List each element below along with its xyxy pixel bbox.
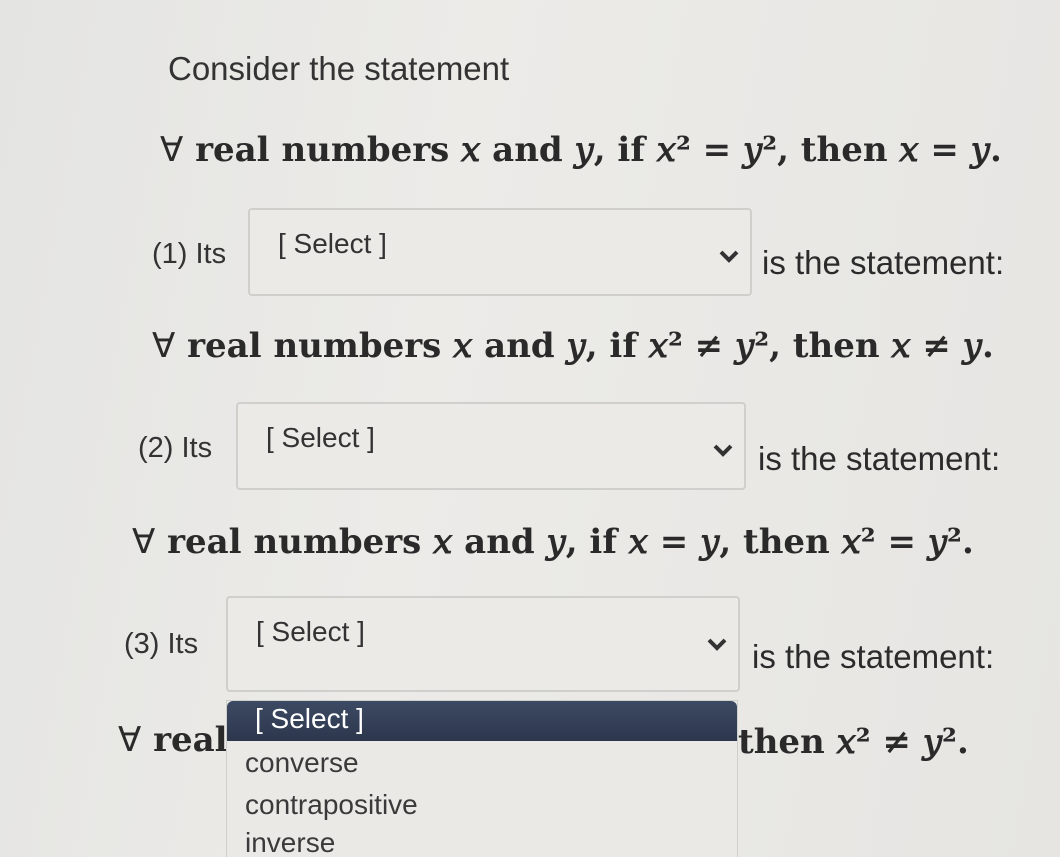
chevron-down-icon (707, 638, 727, 651)
forall-symbol: ∀ (160, 130, 184, 170)
question-2-statement: ∀ real numbers 𝑥 and 𝑦, if 𝑥 = 𝑦, then 𝑥… (132, 522, 974, 562)
question-1-select[interactable]: [ Select ] (248, 208, 752, 296)
forall-symbol: ∀ (132, 522, 156, 562)
question-1-label: (1) Its (152, 238, 227, 270)
question-1-select-value: [ Select ] (278, 228, 387, 259)
question-3-select[interactable]: [ Select ] (226, 596, 740, 692)
question-1-statement: ∀ real numbers 𝑥 and 𝑦, if 𝑥² ≠ 𝑦², then… (152, 326, 994, 366)
question-2-select-value: [ Select ] (266, 422, 375, 453)
question-3-statement-start: ∀ real (118, 720, 228, 760)
dropdown-option-contrapositive[interactable]: contrapositive (245, 789, 418, 821)
question-3-after: is the statement: (752, 638, 995, 675)
dropdown-option-inverse[interactable]: inverse (245, 827, 335, 857)
question-2-label: (2) Its (138, 432, 213, 464)
question-1-statement-text: real numbers 𝑥 and 𝑦, if 𝑥² ≠ 𝑦², then 𝑥… (187, 326, 994, 366)
forall-symbol: ∀ (118, 720, 142, 760)
question-2-after: is the statement: (758, 440, 1001, 477)
dropdown-option-select[interactable]: [ Select ] (227, 701, 737, 741)
question-2-statement-text: real numbers 𝑥 and 𝑦, if 𝑥 = 𝑦, then 𝑥² … (167, 522, 974, 562)
question-3-statement-end: then 𝑥² ≠ 𝑦². (738, 722, 969, 762)
question-1-after: is the statement: (762, 244, 1005, 281)
forall-symbol: ∀ (152, 326, 176, 366)
chevron-down-icon (719, 250, 739, 263)
question-3-select-value: [ Select ] (256, 616, 365, 647)
question-2-select[interactable]: [ Select ] (236, 402, 746, 490)
select-dropdown-menu: [ Select ] converse contrapositive inver… (226, 700, 738, 857)
original-statement-text: real numbers 𝑥 and 𝑦, if 𝑥² = 𝑦², then 𝑥… (195, 130, 1002, 170)
intro-text: Consider the statement (168, 50, 510, 87)
question-3-statement-start-text: real (153, 720, 228, 760)
chevron-down-icon (713, 444, 733, 457)
dropdown-option-converse[interactable]: converse (245, 747, 359, 779)
original-statement: ∀ real numbers 𝑥 and 𝑦, if 𝑥² = 𝑦², then… (160, 130, 1002, 170)
question-3-label: (3) Its (124, 628, 199, 660)
